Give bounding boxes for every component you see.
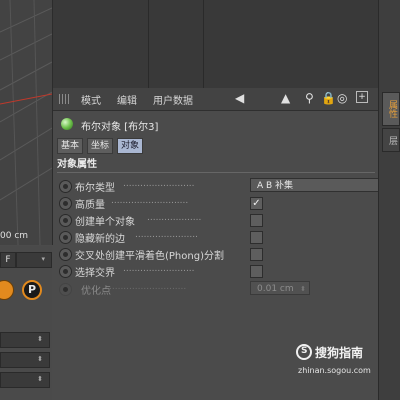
tab-basic[interactable]: 基本 xyxy=(57,138,84,154)
tab-coord[interactable]: 坐标 xyxy=(87,138,114,154)
arrow-left-icon[interactable]: ◀ xyxy=(235,91,244,105)
leader-dots: ........................... xyxy=(109,282,187,292)
select-intersection-checkbox[interactable] xyxy=(250,265,263,278)
left-field-2[interactable]: ⬍ xyxy=(0,352,50,368)
boole-object-icon xyxy=(61,118,73,130)
property-label: 隐藏新的边 xyxy=(75,234,125,245)
object-manager-area xyxy=(53,0,378,88)
animate-radio-icon[interactable] xyxy=(59,197,72,210)
divider xyxy=(148,0,149,88)
left-panel: F ▾ P ⬍ ⬍ ⬍ xyxy=(0,246,52,400)
optimize-points-value: 0.01 cm xyxy=(257,284,294,294)
property-row-hide-new-edges: 隐藏新的边 ...................... xyxy=(59,229,375,245)
leader-dots: ...................... xyxy=(135,230,198,240)
property-row-optimize-points: 优化点 ........................... 0.01 cm … xyxy=(59,281,375,297)
property-label: 布尔类型 xyxy=(75,183,115,194)
stepper-icon[interactable]: ▾ xyxy=(41,255,45,263)
stepper-icon[interactable]: ⬍ xyxy=(37,355,43,363)
high-quality-checkbox[interactable]: ✓ xyxy=(250,197,263,210)
watermark-brand: 搜狗指南 xyxy=(315,346,364,360)
x-axis-line xyxy=(0,93,52,105)
watermark-url: zhinan.sogou.com xyxy=(298,366,371,375)
property-row-high-quality: 高质量 ........................... ✓ xyxy=(59,195,375,211)
tab-object[interactable]: 对象 xyxy=(117,138,144,154)
attribute-menubar: 模式 编辑 用户数据 ◀ ▲ ⚲ 🔒 ◎ + xyxy=(53,88,378,111)
frame-field[interactable]: ▾ xyxy=(16,252,52,268)
p-button[interactable]: P xyxy=(22,280,42,300)
stepper-icon[interactable]: ⬍ xyxy=(37,375,43,383)
menu-mode[interactable]: 模式 xyxy=(81,92,101,107)
stepper-icon[interactable]: ⬍ xyxy=(37,335,43,343)
property-label: 创建单个对象 xyxy=(75,217,135,228)
menu-edit[interactable]: 编辑 xyxy=(117,92,137,107)
optimize-points-field: 0.01 cm ⬍ xyxy=(250,281,310,295)
stepper-icon: ⬍ xyxy=(300,285,306,293)
animate-radio-icon[interactable] xyxy=(59,265,72,278)
grip-handle-icon[interactable] xyxy=(59,94,71,104)
property-row-single-object: 创建单个对象 ................... xyxy=(59,212,375,228)
leader-dots: ......................... xyxy=(123,179,195,189)
phong-break-checkbox[interactable] xyxy=(250,248,263,261)
watermark: 搜狗指南 zhinan.sogou.com xyxy=(296,344,376,384)
left-field-3[interactable]: ⬍ xyxy=(0,372,50,388)
orange-record-button[interactable] xyxy=(0,280,14,300)
target-icon[interactable]: ◎ xyxy=(337,91,347,105)
property-row-phong-break: 交叉处创建平滑着色(Phong)分割 xyxy=(59,246,375,262)
property-label: 优化点 xyxy=(81,286,111,297)
checkmark-icon: ✓ xyxy=(252,198,261,209)
animate-radio-icon xyxy=(59,283,72,296)
bool-type-select[interactable]: A B 补集 xyxy=(250,178,380,192)
animate-radio-icon[interactable] xyxy=(59,180,72,193)
new-window-icon[interactable]: + xyxy=(356,91,368,103)
tab-attributes[interactable]: 属性 xyxy=(382,92,400,126)
search-icon[interactable]: ⚲ xyxy=(305,91,314,105)
hide-new-edges-checkbox[interactable] xyxy=(250,231,263,244)
frame-field-label: F xyxy=(0,252,16,268)
property-label: 交叉处创建平滑着色(Phong)分割 xyxy=(75,251,224,262)
object-title: 布尔对象 [布尔3] xyxy=(81,122,159,133)
viewport-grid xyxy=(0,0,52,245)
leader-dots: ................... xyxy=(147,213,202,223)
leader-dots: ........................... xyxy=(111,196,189,206)
animate-radio-icon[interactable] xyxy=(59,231,72,244)
animate-radio-icon[interactable] xyxy=(59,248,72,261)
menu-user-data[interactable]: 用户数据 xyxy=(153,92,193,107)
left-field-1[interactable]: ⬍ xyxy=(0,332,50,348)
viewport[interactable]: 00 cm xyxy=(0,0,53,245)
divider xyxy=(203,0,204,88)
property-row-select-intersection: 选择交界 ......................... xyxy=(59,263,375,279)
section-title: 对象属性 xyxy=(57,158,375,173)
property-row-bool-type: 布尔类型 ......................... A B 补集 xyxy=(59,178,380,194)
property-label: 高质量 xyxy=(75,200,105,211)
sogou-logo-icon xyxy=(296,344,312,360)
property-label: 选择交界 xyxy=(75,268,115,279)
leader-dots: ......................... xyxy=(123,264,195,274)
viewport-readout: 00 cm xyxy=(0,231,29,241)
lock-icon[interactable]: 🔒 xyxy=(321,91,336,105)
animate-radio-icon[interactable] xyxy=(59,214,72,227)
tab-layers[interactable]: 层 xyxy=(382,128,400,152)
single-object-checkbox[interactable] xyxy=(250,214,263,227)
cursor-icon[interactable]: ▲ xyxy=(281,91,290,105)
right-tab-strip: 属性 层 xyxy=(378,0,400,400)
